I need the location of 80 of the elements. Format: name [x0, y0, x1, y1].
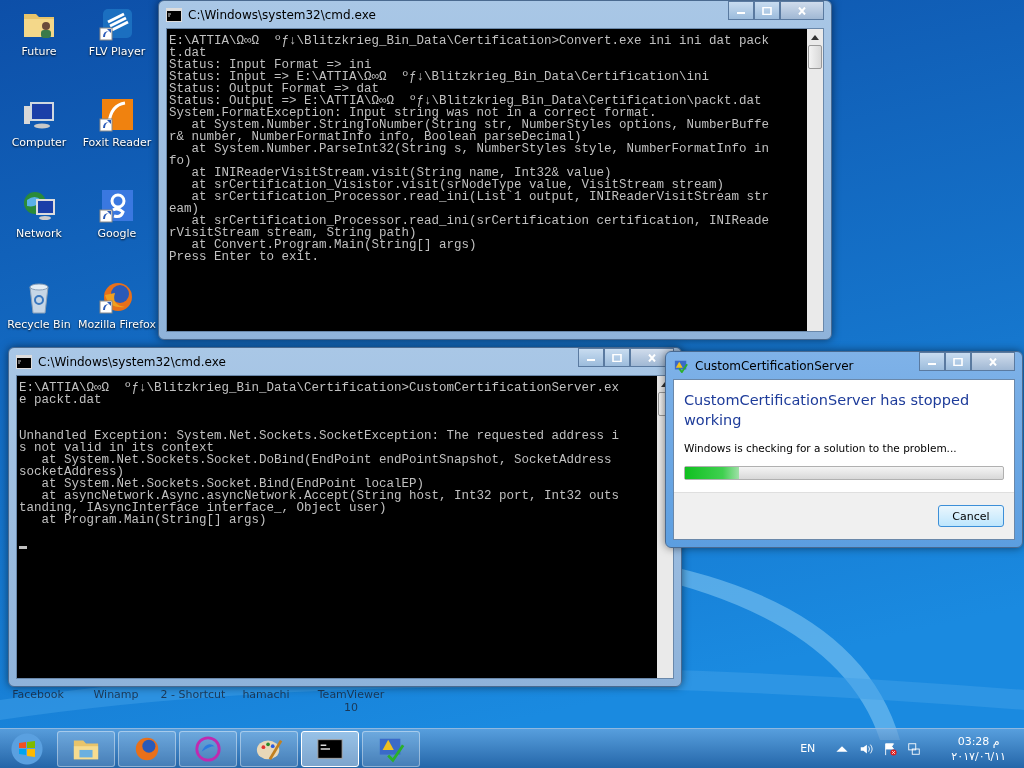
console-line: at System.Net.Sockets.Socket.DoBind(EndPoint endPointSnapshot, SocketAddress: [41, 454, 613, 466]
swirl-icon: [194, 734, 222, 763]
maximize-button[interactable]: [945, 352, 971, 371]
console-line: s not valid in its context: [19, 442, 215, 454]
console-line: rVisitStream stream, String path): [169, 227, 417, 239]
window-title: C:\Windows\system32\cmd.exe: [38, 354, 226, 369]
console-line: at Program.Main(String[] args): [41, 514, 268, 526]
minimize-button[interactable]: [578, 348, 604, 367]
console-line: tanding, IAsyncInterface interface_, Object user): [19, 502, 387, 514]
dialog-heading: CustomCertificationServer has stopped working: [684, 391, 971, 430]
console-line: System.FormatException: Input string was not in a correct format.: [169, 107, 657, 119]
scroll-up-icon[interactable]: [811, 34, 819, 40]
console-line: eam): [169, 203, 199, 215]
maximize-button[interactable]: [754, 1, 780, 20]
terminal-icon: [16, 354, 32, 369]
console-line: E:\ATTIA\Ω∞Ω ºƒ↓\Blitzkrieg_Bin_Data\Certification>Convert.exe ini ini dat pack: [169, 35, 771, 47]
clock[interactable]: 03:28 م ٢٠١٧/٠٦/١١: [951, 733, 1006, 764]
pdf-icon[interactable]: [99, 97, 135, 133]
window-title: CustomCertificationServer: [695, 358, 854, 373]
dialog-message: Windows is checking for a solution to the problem...: [684, 442, 958, 454]
console-line: socketAddress): [19, 466, 125, 478]
maximize-button[interactable]: [604, 348, 630, 367]
maximize-icon: [612, 353, 622, 362]
g-tile-icon[interactable]: [99, 188, 135, 224]
console-line: at System.Net.Sockets.Socket.Bind(EndPoint localEP): [41, 478, 425, 490]
console-line: at System.Number.StringToNumber(String str, NumberStyles options, NumberBuffe: [191, 119, 771, 131]
icon-label: Computer: [11, 136, 67, 149]
network-icon[interactable]: [907, 741, 922, 756]
close-button[interactable]: [780, 1, 824, 20]
console-line: Status: Input => E:\ATTIA\Ω∞Ω ºƒ↓\Blitzkrieg_Bin_Data\Certification\ini: [169, 71, 711, 83]
console-line: at srCertification_Processor.read_ini(srCertification certification, INIReade: [191, 215, 771, 227]
icon-label: Winamp: [92, 688, 140, 701]
taskbar-button[interactable]: [301, 730, 359, 767]
console-line: t.dat: [169, 47, 207, 59]
minimize-button[interactable]: [728, 1, 754, 20]
clock-time: 03:28 م: [957, 733, 1000, 749]
console-line: at Convert.Program.Main(String[] args): [191, 239, 478, 251]
close-icon: [988, 357, 998, 366]
scroll-thumb[interactable]: [808, 45, 822, 69]
console-line: at asyncNetwork.Async.asyncNetwork.Accept(String host, Int32 port, Int32 outs: [41, 490, 621, 502]
clock-date: ٢٠١٧/٠٦/١١: [951, 748, 1006, 764]
console-line: at srCertification_Processor.read_ini(List`1 output, INIReaderVisitStream str: [191, 191, 771, 203]
console-line: Unhandled Exception: System.Net.Sockets.SocketException: The requested address i: [19, 430, 621, 442]
play-tile-icon[interactable]: [99, 6, 135, 42]
icon-label: Google: [97, 227, 137, 240]
console-line: at INIReaderVisitStream.visit(String name, Int32& value): [190, 167, 612, 179]
window-title: C:\Windows\system32\cmd.exe: [188, 7, 376, 22]
flag-error-icon[interactable]: [883, 741, 898, 756]
icon-label: Network: [16, 227, 62, 240]
terminal-icon: [166, 7, 182, 22]
console-line: Status: Output => E:\ATTIA\Ω∞Ω ºƒ↓\Blitzkrieg_Bin_Data\Certification\packt.dat: [169, 95, 763, 107]
language-indicator[interactable]: EN: [800, 742, 816, 755]
icon-label: 2 - Shortcut: [159, 688, 227, 701]
close-icon: [797, 6, 807, 15]
console-line: e packt.dat: [19, 394, 103, 406]
console-line: at srCertification_Visistor.visit(srNodeType value, VisitStream stream): [190, 179, 725, 191]
cancel-button[interactable]: Cancel: [938, 505, 1004, 527]
close-icon: [647, 353, 657, 362]
console-line: r& number, NumberFormatInfo info, Boolean parseDecimal): [169, 131, 582, 143]
icon-label: Recycle Bin: [7, 318, 71, 331]
icon-label: Mozilla Firefox: [78, 318, 156, 331]
icon-label: hamachi: [241, 688, 291, 701]
minimize-button[interactable]: [919, 352, 945, 371]
maximize-icon: [953, 357, 963, 366]
icon-label: Future: [21, 45, 57, 58]
console-line: Status: Input Format => ini: [169, 59, 372, 71]
close-button[interactable]: [971, 352, 1015, 371]
console-line: E:\ATTIA\Ω∞Ω ºƒ↓\Blitzkrieg_Bin_Data\Certification>CustomCertificationServer.ex: [19, 382, 621, 394]
console-line: at System.Number.ParseInt32(String s, NumberStyles style, NumberFormatInfo in: [190, 143, 771, 155]
scrollbar[interactable]: [807, 29, 823, 331]
windows-logo-icon: [17, 738, 37, 759]
icon-label: FLV Player: [88, 45, 146, 58]
maximize-icon: [762, 6, 772, 15]
console-line: Status: Output Format => dat: [169, 83, 380, 95]
console-line: Press Enter to exit.: [169, 251, 320, 263]
warning-monitor-icon: [673, 358, 689, 373]
icon-label: Foxit Reader: [82, 136, 152, 149]
console-line: fo): [169, 155, 192, 167]
icon-label: TeamViewer 10: [316, 688, 386, 714]
icon-label: Facebook: [11, 688, 65, 701]
